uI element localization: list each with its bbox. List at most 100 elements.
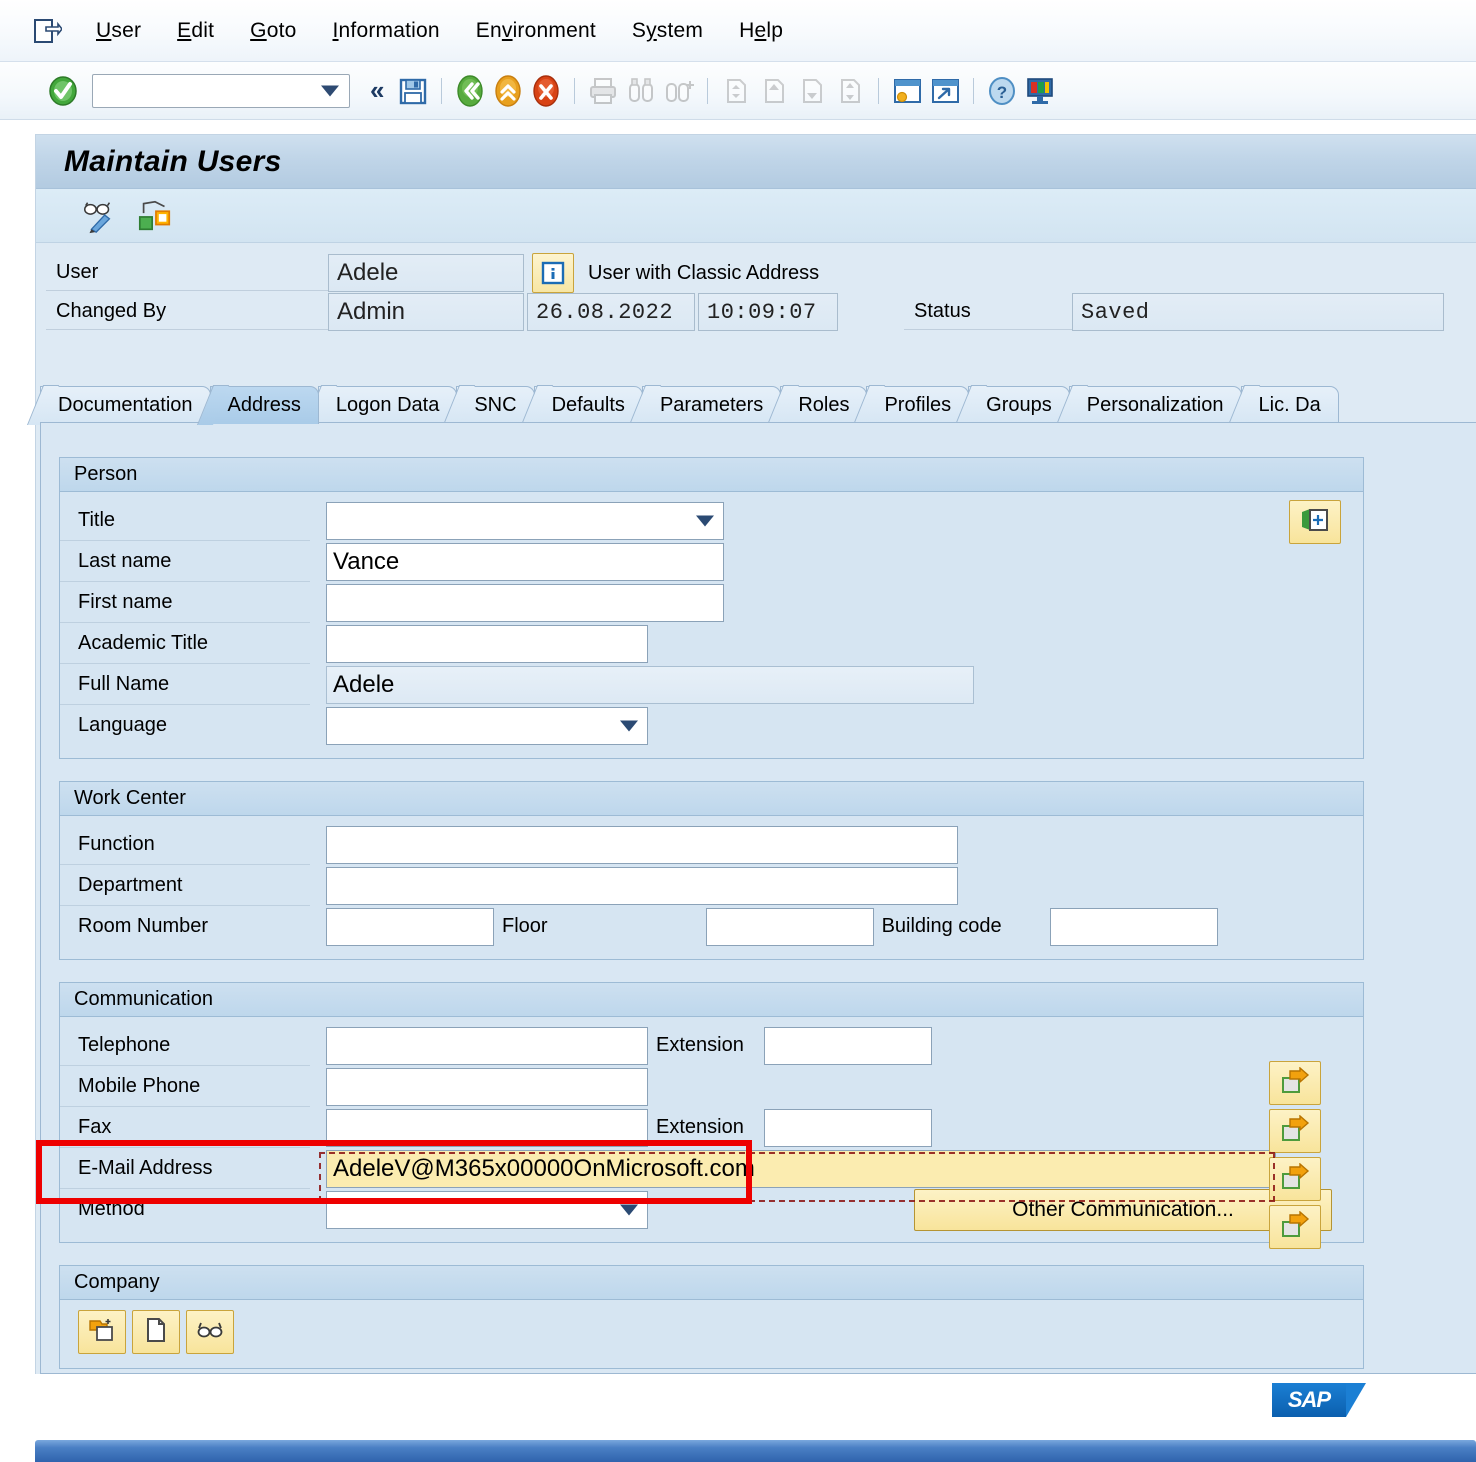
fax-input[interactable] bbox=[326, 1108, 648, 1147]
email-input[interactable] bbox=[326, 1149, 1276, 1188]
telephone-input[interactable] bbox=[326, 1026, 648, 1065]
user-field[interactable]: Adele bbox=[328, 254, 524, 292]
new-company-button[interactable] bbox=[132, 1310, 180, 1354]
person-group: Person Title Last name First bbox=[59, 457, 1364, 759]
menu-item-environment[interactable]: Environment bbox=[458, 15, 614, 47]
address-tab-panel: Person Title Last name First bbox=[40, 422, 1476, 1374]
tab-lic-data[interactable]: Lic. Da bbox=[1240, 386, 1339, 424]
changed-time-field[interactable]: 10:09:07 bbox=[698, 293, 838, 331]
chevron-down-icon[interactable] bbox=[321, 85, 339, 96]
header-fields: User Adele User with Classic Address Cha… bbox=[36, 243, 1476, 341]
room-number-label: Room Number bbox=[78, 915, 209, 937]
title-select[interactable] bbox=[326, 501, 724, 540]
cancel-red-icon[interactable] bbox=[527, 72, 565, 110]
menu-item-goto[interactable]: Goto bbox=[232, 15, 314, 47]
language-select-wrap[interactable] bbox=[326, 706, 648, 745]
department-input[interactable] bbox=[326, 866, 958, 905]
toolbar-separator bbox=[973, 77, 975, 104]
full-name-row: Full Name bbox=[60, 664, 1363, 705]
company-group-body bbox=[60, 1300, 1363, 1368]
last-name-label: Last name bbox=[60, 541, 310, 582]
status-field: Saved bbox=[1072, 293, 1444, 331]
function-row: Function bbox=[60, 824, 1363, 865]
changed-by-field[interactable]: Admin bbox=[328, 293, 524, 331]
binoculars-plus-icon bbox=[660, 72, 698, 110]
changed-by-label: Changed By bbox=[46, 294, 328, 330]
work-center-group: Work Center Function Department Room Num… bbox=[59, 781, 1364, 960]
status-bar: SAP bbox=[35, 1374, 1476, 1426]
sap-gui-window: User Edit Goto Information Environment S… bbox=[0, 0, 1476, 1462]
command-input[interactable] bbox=[99, 75, 313, 106]
full-name-input bbox=[326, 665, 974, 704]
next-page-icon bbox=[793, 72, 831, 110]
new-address-entry-button[interactable] bbox=[1289, 500, 1341, 544]
help-question-icon[interactable]: ? bbox=[983, 72, 1021, 110]
method-label: Method bbox=[78, 1198, 145, 1220]
tab-documentation[interactable]: Documentation bbox=[40, 386, 211, 424]
function-input[interactable] bbox=[326, 825, 958, 864]
info-i-icon[interactable] bbox=[532, 253, 574, 293]
new-session-icon[interactable] bbox=[888, 72, 926, 110]
tab-profiles[interactable]: Profiles bbox=[866, 386, 970, 424]
toolbar-separator bbox=[707, 77, 709, 104]
telephone-extension-label: Extension bbox=[656, 1034, 744, 1056]
tab-logon-data[interactable]: Logon Data bbox=[317, 386, 458, 424]
maintain-detail-arrow-icon bbox=[1280, 1065, 1310, 1100]
person-group-title: Person bbox=[60, 458, 1363, 492]
language-select[interactable] bbox=[326, 706, 648, 745]
changed-date-field[interactable]: 26.08.2022 bbox=[527, 293, 695, 331]
save-floppy-icon[interactable] bbox=[394, 72, 432, 110]
telephone-detail-button[interactable] bbox=[1269, 1061, 1321, 1105]
academic-title-input[interactable] bbox=[326, 624, 648, 663]
tab-groups[interactable]: Groups bbox=[968, 386, 1070, 424]
fax-extension-input[interactable] bbox=[763, 1108, 932, 1147]
back-green-icon[interactable] bbox=[451, 72, 489, 110]
room-number-input[interactable] bbox=[326, 907, 494, 946]
display-company-button[interactable] bbox=[186, 1310, 234, 1354]
fax-detail-button[interactable] bbox=[1269, 1157, 1321, 1201]
building-code-input[interactable] bbox=[1049, 907, 1218, 946]
page-title: Maintain Users bbox=[64, 144, 282, 178]
mobile-phone-row: Mobile Phone bbox=[60, 1066, 1363, 1107]
person-group-body: Title Last name First name bbox=[60, 492, 1363, 758]
svg-text:?: ? bbox=[997, 83, 1007, 102]
last-page-icon bbox=[831, 72, 869, 110]
first-name-input[interactable] bbox=[326, 583, 724, 622]
building-code-label: Building code bbox=[881, 915, 1002, 937]
mobile-phone-detail-button[interactable] bbox=[1269, 1109, 1321, 1153]
command-field[interactable] bbox=[92, 73, 350, 108]
menu-item-information[interactable]: Information bbox=[315, 15, 458, 47]
collapse-toolbar-button[interactable]: « bbox=[360, 75, 394, 106]
create-company-button[interactable] bbox=[78, 1310, 126, 1354]
customize-monitor-icon[interactable] bbox=[1021, 72, 1059, 110]
shortcut-icon[interactable] bbox=[926, 72, 964, 110]
window-bottom-bar bbox=[35, 1440, 1476, 1462]
previous-page-icon bbox=[755, 72, 793, 110]
mobile-phone-input[interactable] bbox=[326, 1067, 648, 1106]
toolbar-separator bbox=[574, 77, 576, 104]
tab-defaults[interactable]: Defaults bbox=[533, 386, 643, 424]
menu-item-edit[interactable]: Edit bbox=[159, 15, 232, 47]
session-icon[interactable] bbox=[32, 16, 64, 46]
up-yellow-icon[interactable] bbox=[489, 72, 527, 110]
tab-personalization[interactable]: Personalization bbox=[1068, 386, 1242, 424]
measurement-icon[interactable] bbox=[136, 197, 174, 235]
menu-item-user[interactable]: User bbox=[78, 15, 159, 47]
company-group-title: Company bbox=[60, 1266, 1363, 1300]
email-detail-button[interactable] bbox=[1269, 1205, 1321, 1249]
room-floor-building-row: Room Number Floor Building code bbox=[60, 906, 1363, 947]
create-folder-plus-icon bbox=[88, 1317, 116, 1348]
new-address-entry-icon bbox=[1300, 506, 1330, 539]
menu-item-help[interactable]: Help bbox=[721, 15, 801, 47]
menu-item-system[interactable]: System bbox=[614, 15, 721, 47]
last-name-input[interactable] bbox=[326, 542, 724, 581]
green-check-enter-icon[interactable] bbox=[44, 72, 82, 110]
floor-input[interactable] bbox=[705, 907, 874, 946]
glasses-pencil-icon[interactable] bbox=[80, 197, 118, 235]
title-select-wrap[interactable] bbox=[326, 501, 724, 540]
method-select[interactable] bbox=[326, 1190, 648, 1229]
tab-address[interactable]: Address bbox=[209, 386, 319, 424]
method-select-wrap[interactable] bbox=[326, 1190, 648, 1229]
telephone-extension-input[interactable] bbox=[763, 1026, 932, 1065]
tab-parameters[interactable]: Parameters bbox=[641, 386, 782, 424]
